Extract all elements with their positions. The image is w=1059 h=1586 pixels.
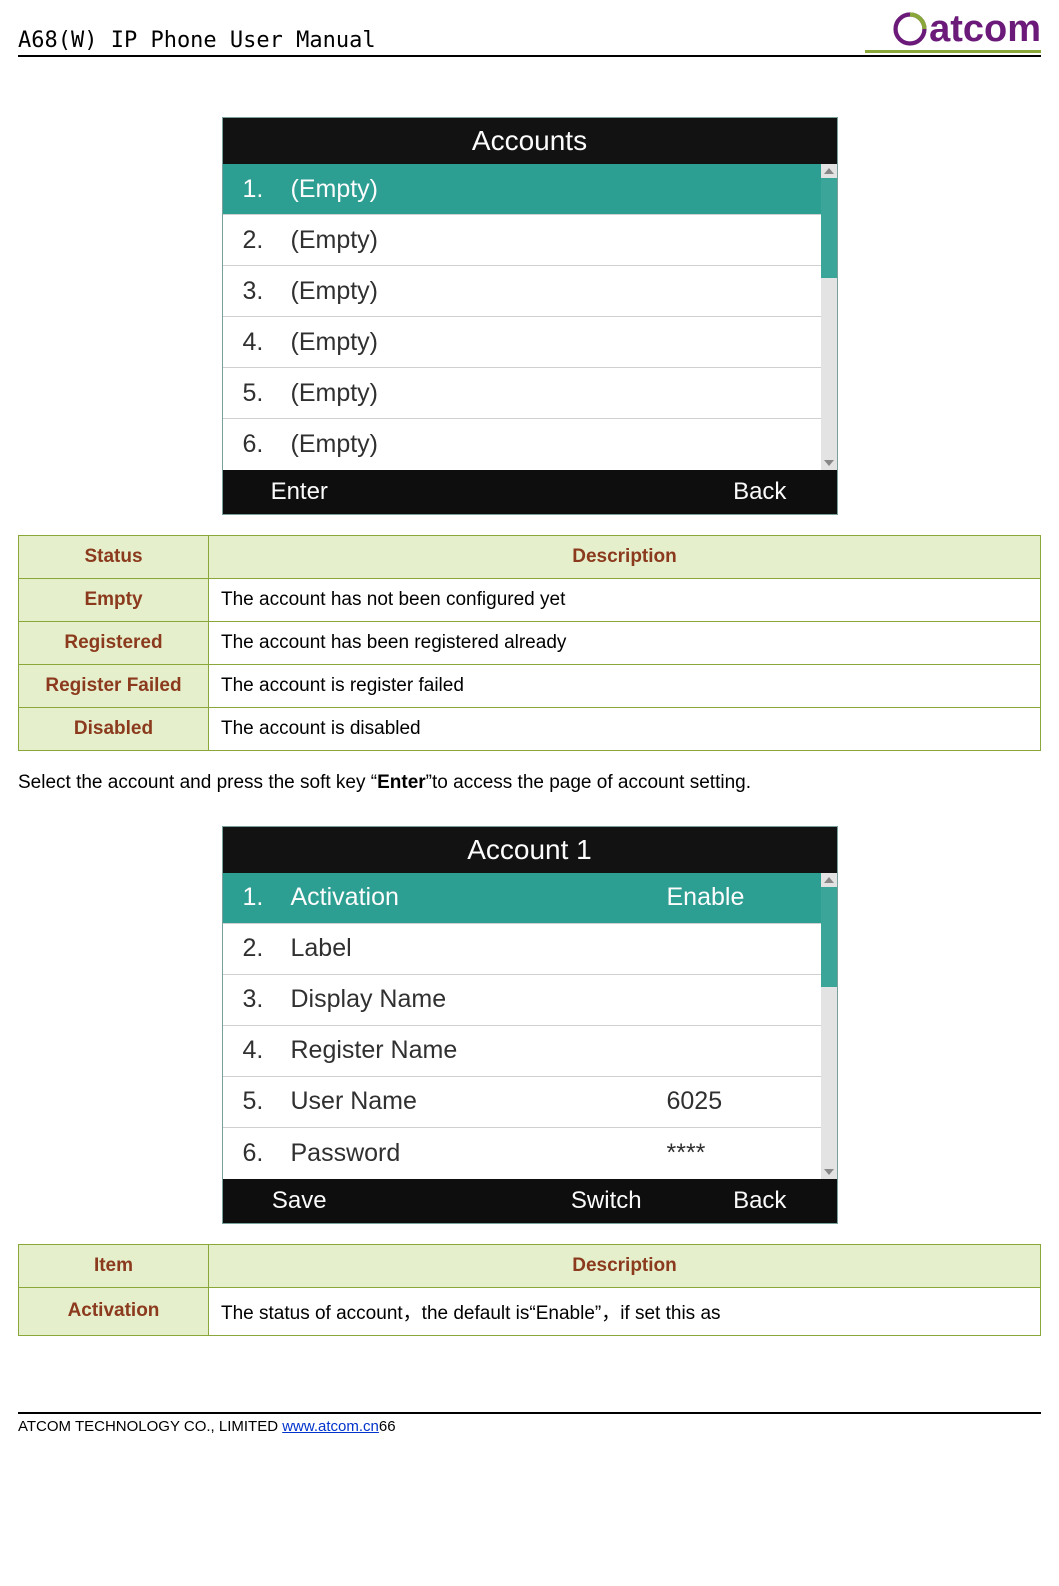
row-number: 6. xyxy=(223,1139,291,1168)
row-description: The account is register failed xyxy=(209,665,1041,708)
list-item[interactable]: 6.(Empty) xyxy=(223,419,837,470)
row-number: 2. xyxy=(223,226,291,255)
row-number: 2. xyxy=(223,934,291,963)
doc-title: A68(W) IP Phone User Manual xyxy=(18,28,376,53)
table-head-status: Status xyxy=(19,536,209,579)
row-number: 5. xyxy=(223,1087,291,1116)
row-label: User Name xyxy=(291,1087,667,1116)
page-header: A68(W) IP Phone User Manual atcom xyxy=(18,10,1041,57)
instruction-text: Select the account and press the soft ke… xyxy=(18,769,1041,798)
logo-underline xyxy=(865,50,1041,53)
table-row: EmptyThe account has not been configured… xyxy=(19,579,1041,622)
switch-softkey[interactable]: Switch xyxy=(530,1179,684,1223)
list-item[interactable]: 1.(Empty) xyxy=(223,164,837,215)
scroll-up-icon[interactable] xyxy=(821,873,837,887)
empty-softkey xyxy=(530,470,684,514)
list-item[interactable]: 4.(Empty) xyxy=(223,317,837,368)
list-item[interactable]: 3.(Empty) xyxy=(223,266,837,317)
list-item[interactable]: 2.(Empty) xyxy=(223,215,837,266)
scroll-down-icon[interactable] xyxy=(821,1165,837,1179)
footer-link[interactable]: www.atcom.cn xyxy=(282,1418,379,1435)
row-label: Password xyxy=(291,1139,667,1168)
back-softkey[interactable]: Back xyxy=(683,1179,837,1223)
page-number: 66 xyxy=(379,1418,396,1435)
row-name: Empty xyxy=(19,579,209,622)
screen-title: Accounts xyxy=(223,118,837,164)
list-item[interactable]: 4.Register Name xyxy=(223,1026,837,1077)
row-value: **** xyxy=(667,1139,837,1168)
row-value: Enable xyxy=(667,883,837,912)
screen-title: Account 1 xyxy=(223,827,837,873)
row-label: (Empty) xyxy=(291,226,667,255)
list-item[interactable]: 6.Password**** xyxy=(223,1128,837,1179)
table-row: Register FailedThe account is register f… xyxy=(19,665,1041,708)
account1-screen: Account 1 1.ActivationEnable2.Label3.Dis… xyxy=(222,826,838,1224)
softkey-bar: Save SwitchBack xyxy=(223,1179,837,1223)
row-value: 6025 xyxy=(667,1087,837,1116)
row-number: 3. xyxy=(223,277,291,306)
page-footer: ATCOM TECHNOLOGY CO., LIMITED www.atcom.… xyxy=(18,1406,1041,1435)
table-row: ActivationThe status of account，the defa… xyxy=(19,1287,1041,1335)
table-head-item: Item xyxy=(19,1244,209,1287)
row-label: (Empty) xyxy=(291,175,667,204)
scrollbar[interactable] xyxy=(821,164,837,470)
table-head-description: Description xyxy=(209,1244,1041,1287)
row-description: The account is disabled xyxy=(209,708,1041,751)
list-item[interactable]: 5.User Name6025 xyxy=(223,1077,837,1128)
list-item[interactable]: 2.Label xyxy=(223,924,837,975)
back-softkey[interactable]: Back xyxy=(683,470,837,514)
item-table: Item Description ActivationThe status of… xyxy=(18,1244,1041,1336)
row-number: 4. xyxy=(223,328,291,357)
row-description: The status of account，the default is“Ena… xyxy=(209,1287,1041,1335)
save-softkey[interactable]: Save xyxy=(223,1179,377,1223)
scroll-down-icon[interactable] xyxy=(821,456,837,470)
row-label: (Empty) xyxy=(291,430,667,459)
accounts-screen: Accounts 1.(Empty)2.(Empty)3.(Empty)4.(E… xyxy=(222,117,838,515)
empty-softkey xyxy=(376,470,530,514)
row-number: 4. xyxy=(223,1036,291,1065)
row-number: 6. xyxy=(223,430,291,459)
row-number: 3. xyxy=(223,985,291,1014)
company-name: ATCOM TECHNOLOGY CO., LIMITED xyxy=(18,1418,282,1435)
table-head-description: Description xyxy=(209,536,1041,579)
atcom-logo-icon xyxy=(893,12,927,46)
row-label: Activation xyxy=(291,883,667,912)
scroll-thumb[interactable] xyxy=(821,178,837,278)
row-number: 5. xyxy=(223,379,291,408)
list-item[interactable]: 1.ActivationEnable xyxy=(223,873,837,924)
row-label: Display Name xyxy=(291,985,667,1014)
row-label: (Empty) xyxy=(291,277,667,306)
logo-text: atcom xyxy=(929,10,1041,48)
enter-softkey[interactable]: Enter xyxy=(223,470,377,514)
row-label: Label xyxy=(291,934,667,963)
row-name: Register Failed xyxy=(19,665,209,708)
list-item[interactable]: 5.(Empty) xyxy=(223,368,837,419)
table-row: DisabledThe account is disabled xyxy=(19,708,1041,751)
status-table: Status Description EmptyThe account has … xyxy=(18,535,1041,751)
row-name: Activation xyxy=(19,1287,209,1335)
row-label: (Empty) xyxy=(291,328,667,357)
list-item[interactable]: 3.Display Name xyxy=(223,975,837,1026)
table-row: RegisteredThe account has been registere… xyxy=(19,622,1041,665)
row-description: The account has been registered already xyxy=(209,622,1041,665)
empty-softkey xyxy=(376,1179,530,1223)
softkey-bar: Enter Back xyxy=(223,470,837,514)
scroll-thumb[interactable] xyxy=(821,887,837,987)
logo: atcom xyxy=(865,10,1041,53)
row-number: 1. xyxy=(223,175,291,204)
row-number: 1. xyxy=(223,883,291,912)
row-label: Register Name xyxy=(291,1036,667,1065)
scrollbar[interactable] xyxy=(821,873,837,1179)
row-name: Disabled xyxy=(19,708,209,751)
row-name: Registered xyxy=(19,622,209,665)
row-label: (Empty) xyxy=(291,379,667,408)
row-description: The account has not been configured yet xyxy=(209,579,1041,622)
scroll-up-icon[interactable] xyxy=(821,164,837,178)
